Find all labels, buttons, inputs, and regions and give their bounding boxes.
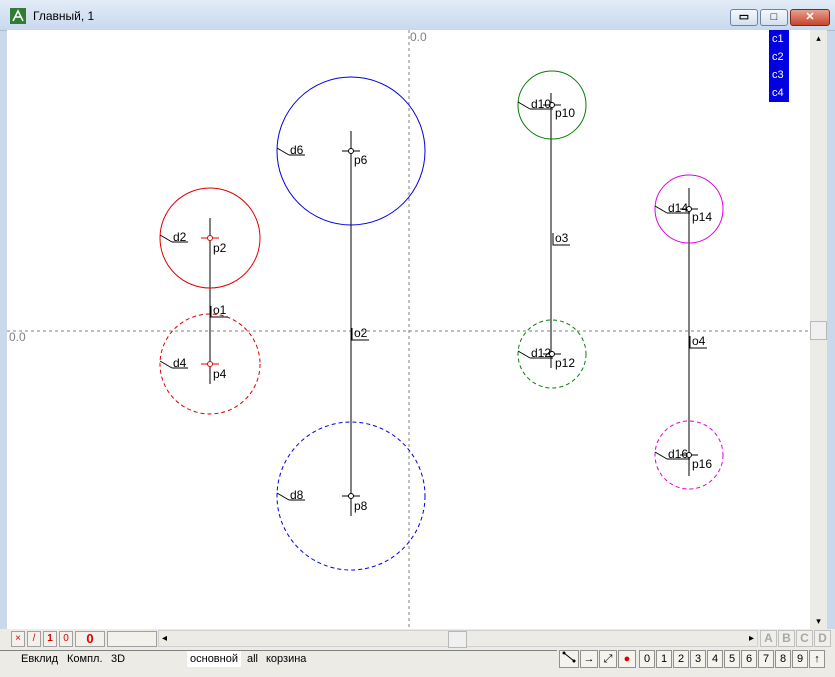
digit-button-4[interactable]: 4 — [707, 650, 723, 668]
tab-complex[interactable]: Компл. — [64, 651, 106, 667]
close-button[interactable]: ✕ — [790, 9, 830, 26]
label-o1: o1 — [213, 303, 227, 317]
label-d14: d14 — [668, 201, 688, 215]
label-p10: p10 — [555, 106, 575, 120]
vertical-scroll-thumb[interactable] — [810, 321, 827, 340]
corner-button-a[interactable]: A — [760, 630, 777, 647]
tab-all[interactable]: all — [244, 651, 261, 667]
title-bar: Главный, 1 ▭ □ ✕ — [0, 0, 835, 31]
digit-button-0[interactable]: 0 — [639, 650, 655, 668]
vertical-scrollbar[interactable]: ▴ ▾ — [810, 30, 827, 629]
label-d12: d12 — [531, 346, 551, 360]
corner-button-b[interactable]: B — [778, 630, 795, 647]
scroll-left-icon[interactable]: ◂ — [162, 631, 167, 646]
horizontal-scrollbar[interactable]: ◂ ▸ — [158, 630, 758, 648]
drawing-canvas[interactable]: 0.0 0.0 p2 p4 p6 p8 p10 p12 p14 p16 d2 d… — [7, 30, 810, 629]
axis-label-top: 0.0 — [410, 30, 427, 44]
digit-button-7[interactable]: 7 — [758, 650, 774, 668]
up-arrow-button[interactable]: ↑ — [809, 650, 825, 668]
maximize-button[interactable]: □ — [760, 9, 788, 26]
label-p6: p6 — [354, 153, 368, 167]
scroll-down-icon[interactable]: ▾ — [810, 613, 827, 629]
digit-button-9[interactable]: 9 — [792, 650, 808, 668]
digit-button-3[interactable]: 3 — [690, 650, 706, 668]
line-button[interactable]: / — [27, 631, 41, 647]
bottom-panel: × / 1 0 0 ◂ ▸ A B C D Евклид Компл. 3D о… — [0, 629, 835, 677]
label-p12: p12 — [555, 356, 575, 370]
label-o2: o2 — [354, 326, 368, 340]
label-d16: d16 — [668, 447, 688, 461]
label-d8: d8 — [290, 488, 304, 502]
layer-item-c1[interactable]: c1 — [769, 30, 789, 48]
arrow-diag-button[interactable]: ⤢ — [599, 650, 617, 668]
layer-list: c1 c2 c3 c4 — [769, 30, 789, 102]
snap-button[interactable] — [559, 650, 579, 668]
label-d4: d4 — [173, 356, 187, 370]
minimize-button[interactable]: ▭ — [730, 9, 758, 26]
tab-euclid[interactable]: Евклид — [18, 651, 61, 667]
digit-button-5[interactable]: 5 — [724, 650, 740, 668]
corner-button-c[interactable]: C — [796, 630, 813, 647]
digit-button-1[interactable]: 1 — [656, 650, 672, 668]
point-p4[interactable] — [201, 361, 219, 367]
status-field — [107, 631, 157, 647]
label-d6: d6 — [290, 143, 304, 157]
label-p2: p2 — [213, 241, 227, 255]
label-o4: o4 — [692, 334, 706, 348]
label-o3: o3 — [555, 231, 569, 245]
minimize-icon: ▭ — [738, 11, 750, 23]
label-p8: p8 — [354, 499, 368, 513]
point-p2[interactable] — [201, 235, 219, 241]
digit-button-2[interactable]: 2 — [673, 650, 689, 668]
axis-label-left: 0.0 — [9, 330, 26, 344]
label-p4: p4 — [213, 367, 227, 381]
label-p16: p16 — [692, 457, 712, 471]
scroll-right-icon[interactable]: ▸ — [749, 631, 754, 646]
horizontal-scroll-thumb[interactable] — [448, 631, 467, 648]
tab-trash[interactable]: корзина — [263, 651, 309, 667]
record-button[interactable]: ● — [618, 650, 636, 668]
digit-button-6[interactable]: 6 — [741, 650, 757, 668]
snap-icon — [562, 651, 576, 663]
label-d2: d2 — [173, 230, 187, 244]
one-button[interactable]: 1 — [43, 631, 57, 647]
label-p14: p14 — [692, 210, 712, 224]
layer-item-c3[interactable]: c3 — [769, 66, 789, 84]
counter-display: 0 — [75, 631, 105, 647]
layer-item-c4[interactable]: c4 — [769, 84, 789, 102]
layer-item-c2[interactable]: c2 — [769, 48, 789, 66]
tab-main[interactable]: основной — [187, 651, 241, 667]
label-d10: d10 — [531, 97, 551, 111]
arrow-right-button[interactable]: → — [580, 650, 598, 668]
drawing-svg[interactable]: 0.0 0.0 p2 p4 p6 p8 p10 p12 p14 p16 d2 d… — [7, 30, 810, 629]
point-p8[interactable] — [342, 493, 360, 499]
zero-button[interactable]: 0 — [59, 631, 73, 647]
tab-3d[interactable]: 3D — [108, 651, 128, 667]
digit-button-8[interactable]: 8 — [775, 650, 791, 668]
app-figure-icon — [10, 8, 26, 24]
window-title: Главный, 1 — [33, 9, 95, 23]
close-icon: ✕ — [805, 11, 815, 23]
scroll-up-icon[interactable]: ▴ — [810, 30, 827, 46]
maximize-icon: □ — [770, 11, 778, 23]
corner-button-d[interactable]: D — [814, 630, 831, 647]
cross-button[interactable]: × — [11, 631, 25, 647]
